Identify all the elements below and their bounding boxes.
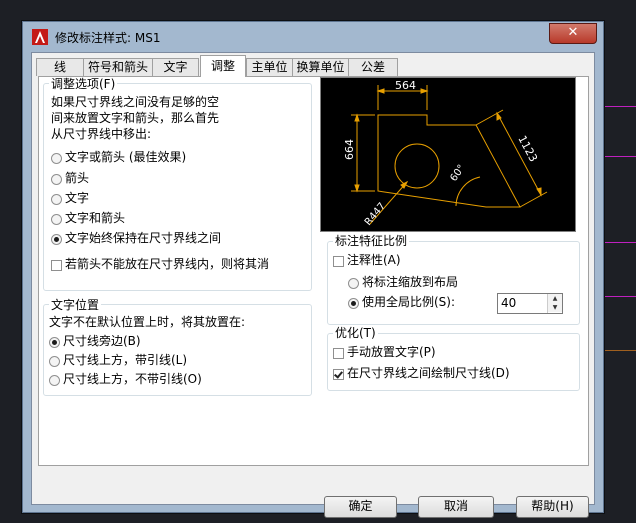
spin-down-icon[interactable]: ▼ — [548, 303, 562, 312]
radio-label: 文字或箭头 (最佳效果) — [65, 150, 187, 164]
text-placement-title: 文字位置 — [49, 298, 102, 312]
checkbox-draw-dim-line-between-ext-lines[interactable] — [333, 369, 344, 380]
preview-label-radius: R447 — [363, 201, 388, 228]
radio-over-dim-line-without-leader[interactable] — [49, 375, 60, 386]
scale-group-title: 标注特征比例 — [333, 234, 410, 248]
radio-scale-to-layout[interactable] — [348, 278, 359, 289]
preview-drawing: 564 664 1123 60° R447 — [343, 79, 548, 228]
ok-button[interactable]: 确定 — [324, 496, 397, 518]
tab-fit[interactable]: 调整 — [200, 55, 246, 77]
fit-options-description: 从尺寸界线中移出: — [51, 127, 152, 141]
radio-over-dim-line-with-leader[interactable] — [49, 356, 60, 367]
checkbox-label: 在尺寸界线之间绘制尺寸线(D) — [347, 366, 510, 380]
tab-primary-units[interactable]: 主单位 — [246, 58, 293, 76]
radio-label: 文字始终保持在尺寸界线之间 — [65, 231, 222, 245]
preview-label-left: 664 — [343, 139, 356, 160]
tab-lines[interactable]: 线 — [36, 58, 84, 76]
preview-label-angle: 60° — [448, 163, 467, 184]
modify-dimension-style-dialog: 修改标注样式: MS1 ✕ 线 符号和箭头 文字 调整 主单位 换算单位 公差 … — [22, 21, 604, 518]
help-button[interactable]: 帮助(H) — [516, 496, 589, 518]
checkbox-suppress-arrows[interactable] — [51, 260, 62, 271]
overall-scale-value: 40 — [501, 296, 517, 310]
background-drawing-line — [602, 296, 636, 297]
checkbox-label: 手动放置文字(P) — [347, 345, 436, 359]
background-drawing-line — [602, 106, 636, 107]
cancel-button[interactable]: 取消 — [418, 496, 494, 518]
spinner: ▲ ▼ — [547, 294, 562, 313]
title-bar[interactable]: 修改标注样式: MS1 ✕ — [23, 22, 603, 52]
dialog-client-area: 线 符号和箭头 文字 调整 主单位 换算单位 公差 调整选项(F) 如果尺寸界线… — [31, 52, 595, 518]
radio-text-always-between-ext-lines[interactable] — [51, 234, 62, 245]
background-drawing-line — [602, 156, 636, 157]
fit-options-title: 调整选项(F) — [49, 77, 118, 91]
text-placement-description: 文字不在默认位置上时，将其放置在: — [49, 315, 246, 329]
radio-text[interactable] — [51, 194, 62, 205]
radio-label: 尺寸线旁边(B) — [63, 334, 141, 348]
radio-label: 尺寸线上方，带引线(L) — [63, 353, 188, 367]
dimension-preview: 564 664 1123 60° R447 — [320, 77, 576, 232]
fine-tuning-group — [327, 333, 580, 391]
close-button[interactable]: ✕ — [549, 23, 597, 44]
radio-label: 使用全局比例(S): — [362, 295, 456, 309]
tab-panel-fit: 调整选项(F) 如果尺寸界线之间没有足够的空 间来放置文字和箭头，那么首先 从尺… — [38, 76, 589, 466]
tab-text[interactable]: 文字 — [152, 58, 199, 76]
radio-text-and-arrows[interactable] — [51, 214, 62, 225]
radio-label: 文字 — [65, 191, 90, 205]
radio-label: 将标注缩放到布局 — [362, 275, 459, 289]
fit-options-description: 间来放置文字和箭头，那么首先 — [51, 111, 220, 125]
preview-label-slant: 1123 — [515, 133, 540, 164]
radio-label: 尺寸线上方，不带引线(O) — [63, 372, 202, 386]
radio-beside-dim-line[interactable] — [49, 337, 60, 348]
autocad-app-icon — [32, 29, 48, 45]
radio-label: 文字和箭头 — [65, 211, 126, 225]
fit-options-description: 如果尺寸界线之间没有足够的空 — [51, 95, 220, 109]
radio-arrows[interactable] — [51, 174, 62, 185]
checkbox-label: 若箭头不能放在尺寸界线内，则将其消 — [65, 257, 270, 271]
background-drawing-line — [602, 242, 636, 243]
window-title: 修改标注样式: MS1 — [55, 31, 161, 45]
radio-use-overall-scale[interactable] — [348, 298, 359, 309]
tab-alternate-units[interactable]: 换算单位 — [292, 58, 349, 76]
radio-label: 箭头 — [65, 171, 90, 185]
background-drawing-line — [602, 350, 636, 351]
tab-symbols-arrows[interactable]: 符号和箭头 — [83, 58, 153, 76]
overall-scale-input[interactable]: 40 ▲ ▼ — [497, 293, 563, 314]
preview-label-top: 564 — [395, 79, 416, 92]
tab-tolerances[interactable]: 公差 — [348, 58, 398, 76]
fine-tuning-title: 优化(T) — [333, 326, 378, 340]
checkbox-label: 注释性(A) — [347, 253, 401, 267]
checkbox-place-text-manually[interactable] — [333, 348, 344, 359]
checkbox-annotative[interactable] — [333, 256, 344, 267]
radio-text-or-arrows[interactable] — [51, 153, 62, 164]
